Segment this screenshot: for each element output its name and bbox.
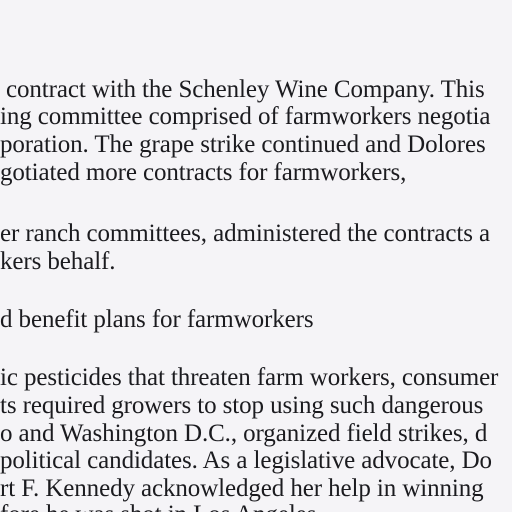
text-line: rt F. Kennedy acknowledged her help in w… [0,475,484,502]
text-line: political candidates. As a legislative a… [0,447,492,474]
text-line: ing committee comprised of farmworkers n… [0,103,491,130]
text-line: gotiated more contracts for farmworkers, [0,159,407,186]
text-line: poration. The grape strike continued and… [0,131,486,158]
document-page: contract with the Schenley Wine Company.… [0,0,512,512]
text-line: ic pesticides that threaten farm workers… [0,364,499,391]
text-line: fore he was shot in Los Angeles. [0,501,323,512]
text-line: kers behalf. [0,248,116,275]
text-line: er ranch committees, administered the co… [0,220,491,247]
text-line: d benefit plans for farmworkers [0,306,314,333]
text-line: o and Washington D.C., organized field s… [0,420,488,447]
text-line: ts required growers to stop using such d… [0,392,484,419]
text-line: contract with the Schenley Wine Company.… [6,76,485,103]
